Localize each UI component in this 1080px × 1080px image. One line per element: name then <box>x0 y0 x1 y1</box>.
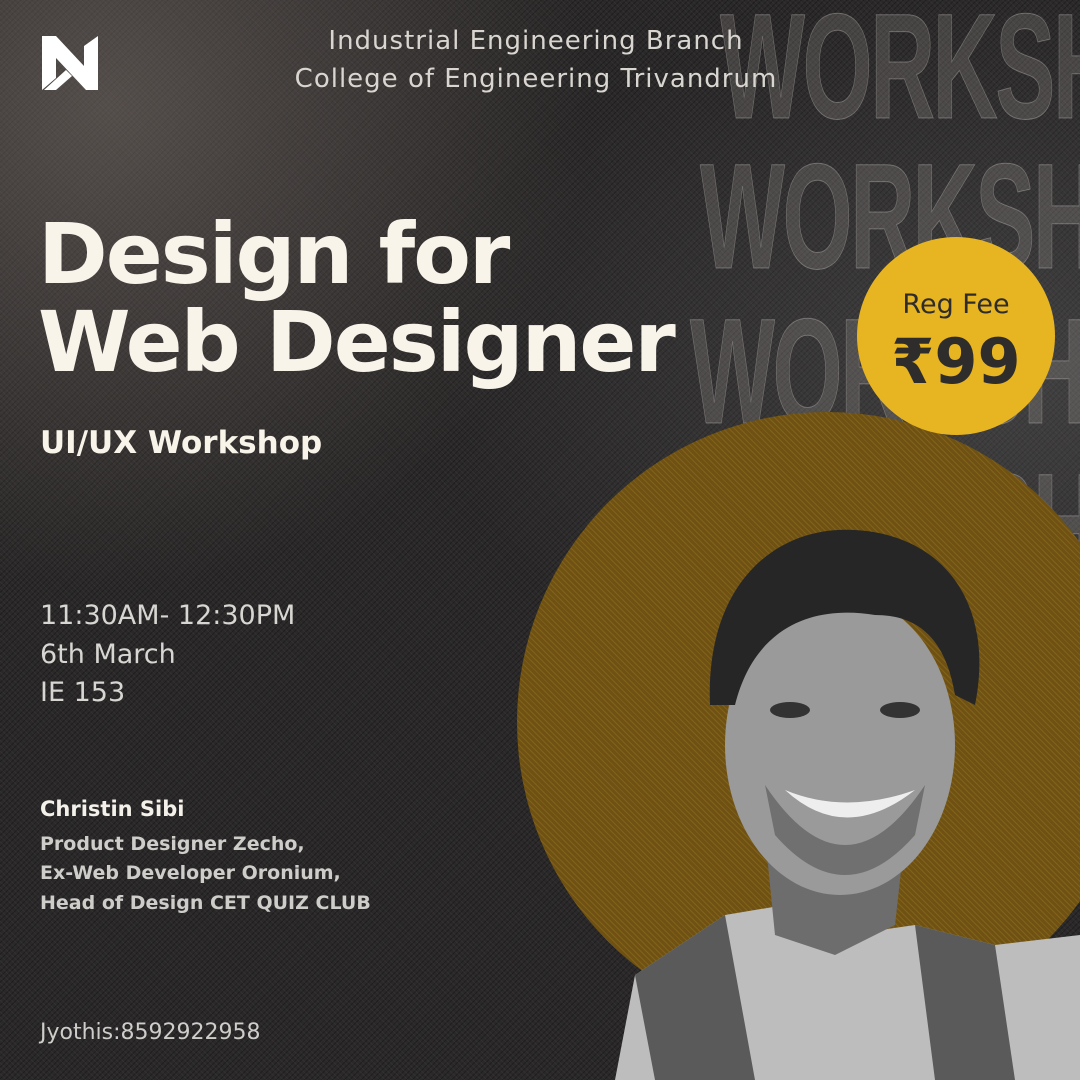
event-date: 6th March <box>40 639 176 670</box>
subtitle: UI/UX Workshop <box>40 425 323 461</box>
reg-fee-badge: Reg Fee ₹99 <box>857 237 1055 435</box>
title-line-2: Web Designer <box>38 293 676 391</box>
title-line-1: Design for <box>38 205 510 303</box>
header-college: College of Engineering Trivandrum <box>294 64 778 94</box>
speaker-name: Christin Sibi <box>40 797 185 821</box>
event-time: 11:30AM- 12:30PM <box>40 600 296 631</box>
speaker-role: Head of Design CET QUIZ CLUB <box>40 892 371 914</box>
speaker-photo <box>615 529 1080 1080</box>
header-branch: Industrial Engineering Branch <box>328 26 744 56</box>
event-venue: IE 153 <box>40 677 126 708</box>
reg-fee-value: ₹99 <box>891 325 1021 398</box>
reg-fee-label: Reg Fee <box>902 289 1010 320</box>
contact-number: Jyothis:8592922958 <box>40 1020 261 1045</box>
speaker-role: Ex-Web Developer Oronium, <box>40 862 341 884</box>
poster: WORKSHOP WORKSHOP WORKSHOP WORKSHOP WORK… <box>0 0 1080 1080</box>
speaker-role: Product Designer Zecho, <box>40 833 305 855</box>
